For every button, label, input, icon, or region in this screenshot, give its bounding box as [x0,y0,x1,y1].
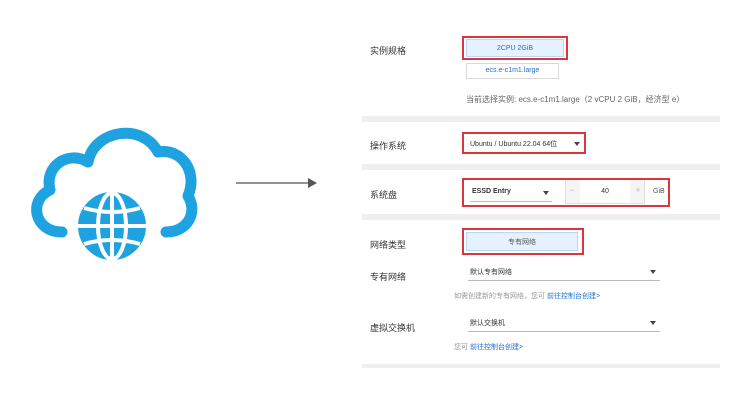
select-underline [468,331,660,332]
network-section: 网络类型 专有网络 专有网络 默认专有网络 如需创建新的专有网络，您可 前往控制… [362,220,720,364]
highlight-box [462,36,568,60]
system-disk-label: 系统盘 [370,190,398,200]
section-divider [362,364,720,368]
vpc-hint-text: 如需创建新的专有网络，您可 [454,293,545,300]
vpc-console-link[interactable]: 前往控制台创建> [547,293,600,300]
vpc-label: 专有网络 [370,272,407,282]
os-section: 操作系统 Ubuntu / Ubuntu 22.04 64位 [362,122,720,164]
highlight-box [462,178,670,207]
chevron-down-icon [650,321,656,325]
cloud-globe-icon [31,127,198,266]
vpc-hint: 如需创建新的专有网络，您可 前往控制台创建> [454,291,600,301]
chevron-down-icon [650,270,656,274]
vswitch-hint: 您可 前往控制台创建> [454,342,523,352]
network-type-label: 网络类型 [370,240,407,250]
arrow-right-icon [236,178,317,188]
vswitch-select[interactable]: 默认交换机 [470,318,505,328]
current-selection-text: 当前选择实例: ecs.e-c1m1.large（2 vCPU 2 GiB，经济… [466,95,685,104]
vpc-select[interactable]: 默认专有网络 [470,267,512,277]
system-disk-section: 系统盘 ESSD Entry − 40 + GiB [362,170,720,214]
spec-ecs-e-c1m1-large-option[interactable]: ecs.e-c1m1.large [466,63,559,79]
vswitch-console-link[interactable]: 前往控制台创建> [470,344,523,351]
highlight-box [462,132,586,154]
instance-spec-label: 实例规格 [370,46,407,56]
vswitch-label: 虚拟交换机 [370,323,416,333]
vswitch-hint-text: 您可 [454,344,468,351]
instance-spec-section: 实例规格 2CPU 2GiB ecs.e-c1m1.large 当前选择实例: … [362,22,720,116]
select-underline [468,280,660,281]
os-label: 操作系统 [370,141,407,151]
highlight-box [462,228,584,255]
